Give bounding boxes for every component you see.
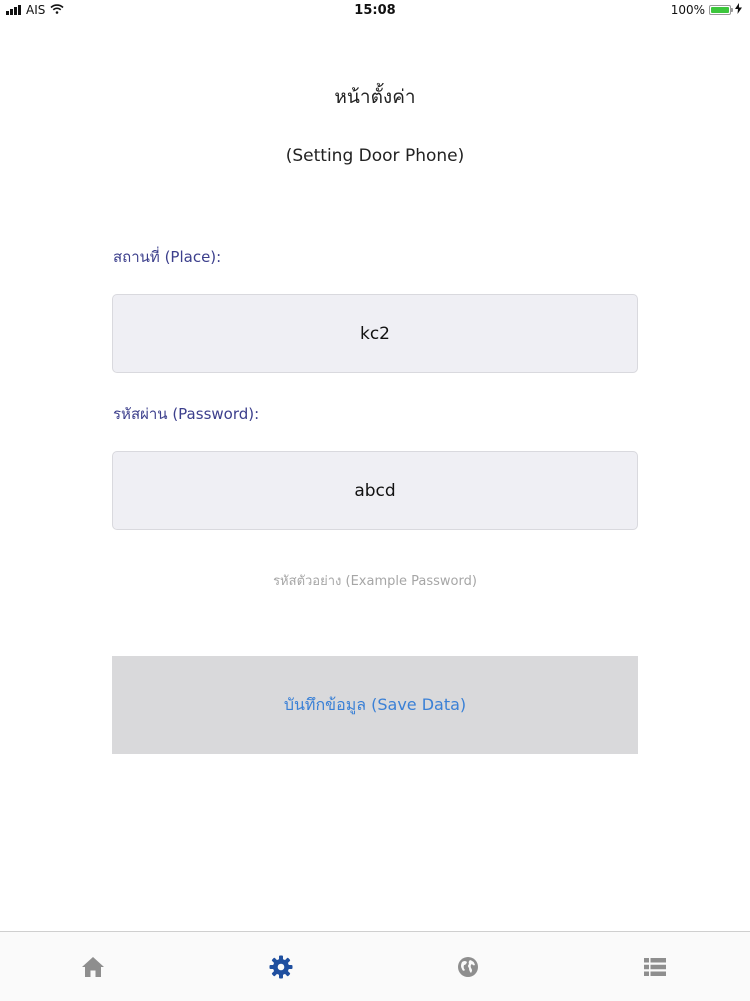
- tab-home[interactable]: [78, 952, 108, 982]
- status-right: 100%: [671, 3, 742, 17]
- save-data-button[interactable]: บันทึกข้อมูล (Save Data): [112, 656, 638, 754]
- place-input[interactable]: [112, 294, 638, 373]
- tab-globe[interactable]: [453, 952, 483, 982]
- status-bar: AIS 15:08 100%: [0, 0, 750, 22]
- gear-icon: [269, 955, 293, 979]
- tab-settings[interactable]: [266, 952, 296, 982]
- list-icon: [644, 958, 666, 976]
- page-subtitle: (Setting Door Phone): [285, 146, 465, 166]
- charging-bolt-icon: [735, 3, 742, 17]
- tab-bar: [0, 931, 750, 1001]
- page-title: หน้าตั้งค่า: [334, 86, 416, 108]
- place-label: สถานที่ (Place):: [113, 248, 222, 266]
- password-input[interactable]: [112, 451, 638, 530]
- battery-icon: [709, 5, 733, 15]
- globe-icon: [458, 957, 478, 977]
- battery-percent: 100%: [670, 3, 705, 17]
- tab-list[interactable]: [640, 952, 670, 982]
- example-password-hint: รหัสตัวอย่าง (Example Password): [273, 574, 477, 589]
- password-label: รหัสผ่าน (Password):: [113, 405, 260, 423]
- status-time: 15:08: [354, 3, 396, 18]
- home-icon: [82, 957, 104, 977]
